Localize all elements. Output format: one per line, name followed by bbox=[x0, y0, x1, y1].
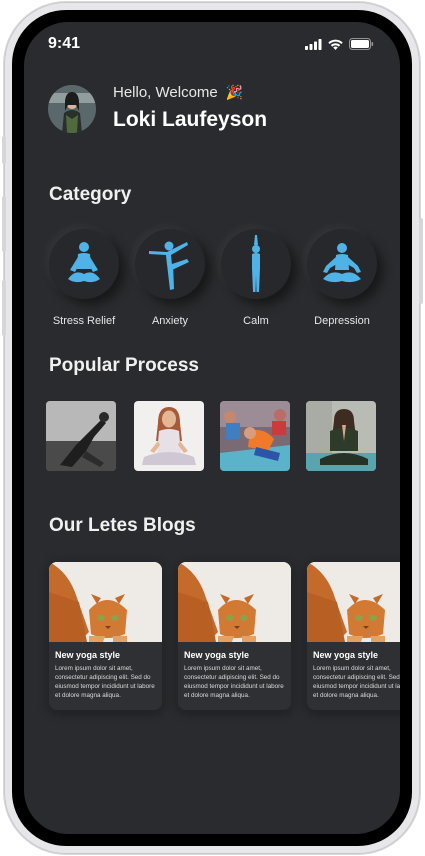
category-icon-circle bbox=[221, 229, 291, 299]
blog-excerpt: Lorem ipsum dolor sit amet, consectetur … bbox=[55, 665, 155, 699]
blog-title: New yoga style bbox=[313, 650, 379, 660]
blogs-title: Our Letes Blogs bbox=[49, 515, 196, 536]
greeting-text: Hello, Welcome bbox=[113, 84, 218, 101]
mute-switch bbox=[2, 136, 6, 164]
category-title: Category bbox=[49, 184, 132, 205]
category-label: Stress Relief bbox=[52, 315, 116, 327]
lotus-pose-icon bbox=[323, 243, 361, 283]
blog-title: New yoga style bbox=[55, 650, 121, 660]
stretching-cat-image bbox=[49, 562, 162, 642]
category-item-anxiety[interactable]: Anxiety bbox=[127, 229, 213, 327]
popular-process-title: Popular Process bbox=[49, 355, 199, 376]
process-thumbnail[interactable] bbox=[134, 401, 204, 471]
status-time: 9:41 bbox=[48, 35, 81, 52]
category-item-depression[interactable]: Depression bbox=[299, 229, 385, 327]
wifi-icon bbox=[328, 39, 343, 50]
process-photo bbox=[220, 401, 290, 471]
stretching-cat-image bbox=[307, 562, 400, 642]
power-button bbox=[419, 218, 423, 304]
process-photo bbox=[46, 401, 116, 471]
process-thumbnail[interactable] bbox=[46, 401, 116, 471]
dancer-pose-icon bbox=[149, 241, 189, 290]
category-label: Anxiety bbox=[151, 315, 189, 327]
standing-pose-icon bbox=[252, 235, 260, 292]
stretching-cat-image bbox=[178, 562, 291, 642]
blog-excerpt: Lorem ipsum dolor sit amet, consectetur … bbox=[313, 665, 400, 699]
signal-icon bbox=[305, 38, 322, 50]
blog-card[interactable]: New yoga style Lorem ipsum dolor sit ame… bbox=[307, 562, 400, 710]
category-label: Depression bbox=[314, 315, 370, 327]
volume-down-button bbox=[2, 280, 6, 336]
battery-icon bbox=[349, 38, 374, 50]
avatar-image bbox=[48, 85, 96, 133]
blog-image bbox=[178, 562, 291, 642]
blog-image bbox=[49, 562, 162, 642]
category-icon-circle bbox=[307, 229, 377, 299]
greeting: Hello, Welcome 🎉 bbox=[113, 84, 243, 101]
blog-card[interactable]: New yoga style Lorem ipsum dolor sit ame… bbox=[49, 562, 162, 710]
process-photo bbox=[134, 401, 204, 471]
status-icons bbox=[305, 38, 374, 50]
app-screen: 9:41 Hello, Welcome � bbox=[24, 22, 400, 834]
category-icon-circle bbox=[49, 229, 119, 299]
blog-excerpt: Lorem ipsum dolor sit amet, consectetur … bbox=[184, 665, 284, 699]
meditation-pose-icon bbox=[68, 242, 100, 283]
blog-title: New yoga style bbox=[184, 650, 250, 660]
process-photo bbox=[306, 401, 376, 471]
category-item-stress-relief[interactable]: Stress Relief bbox=[41, 229, 127, 327]
category-icon-circle bbox=[135, 229, 205, 299]
process-thumbnail[interactable] bbox=[306, 401, 376, 471]
category-label: Calm bbox=[243, 315, 269, 327]
party-popper-icon: 🎉 bbox=[225, 84, 244, 100]
blog-image bbox=[307, 562, 400, 642]
volume-up-button bbox=[2, 196, 6, 252]
user-name: Loki Laufeyson bbox=[113, 108, 268, 131]
blog-card[interactable]: New yoga style Lorem ipsum dolor sit ame… bbox=[178, 562, 291, 710]
category-item-calm[interactable]: Calm bbox=[213, 229, 299, 327]
avatar[interactable] bbox=[48, 85, 96, 133]
process-thumbnail[interactable] bbox=[220, 401, 290, 471]
